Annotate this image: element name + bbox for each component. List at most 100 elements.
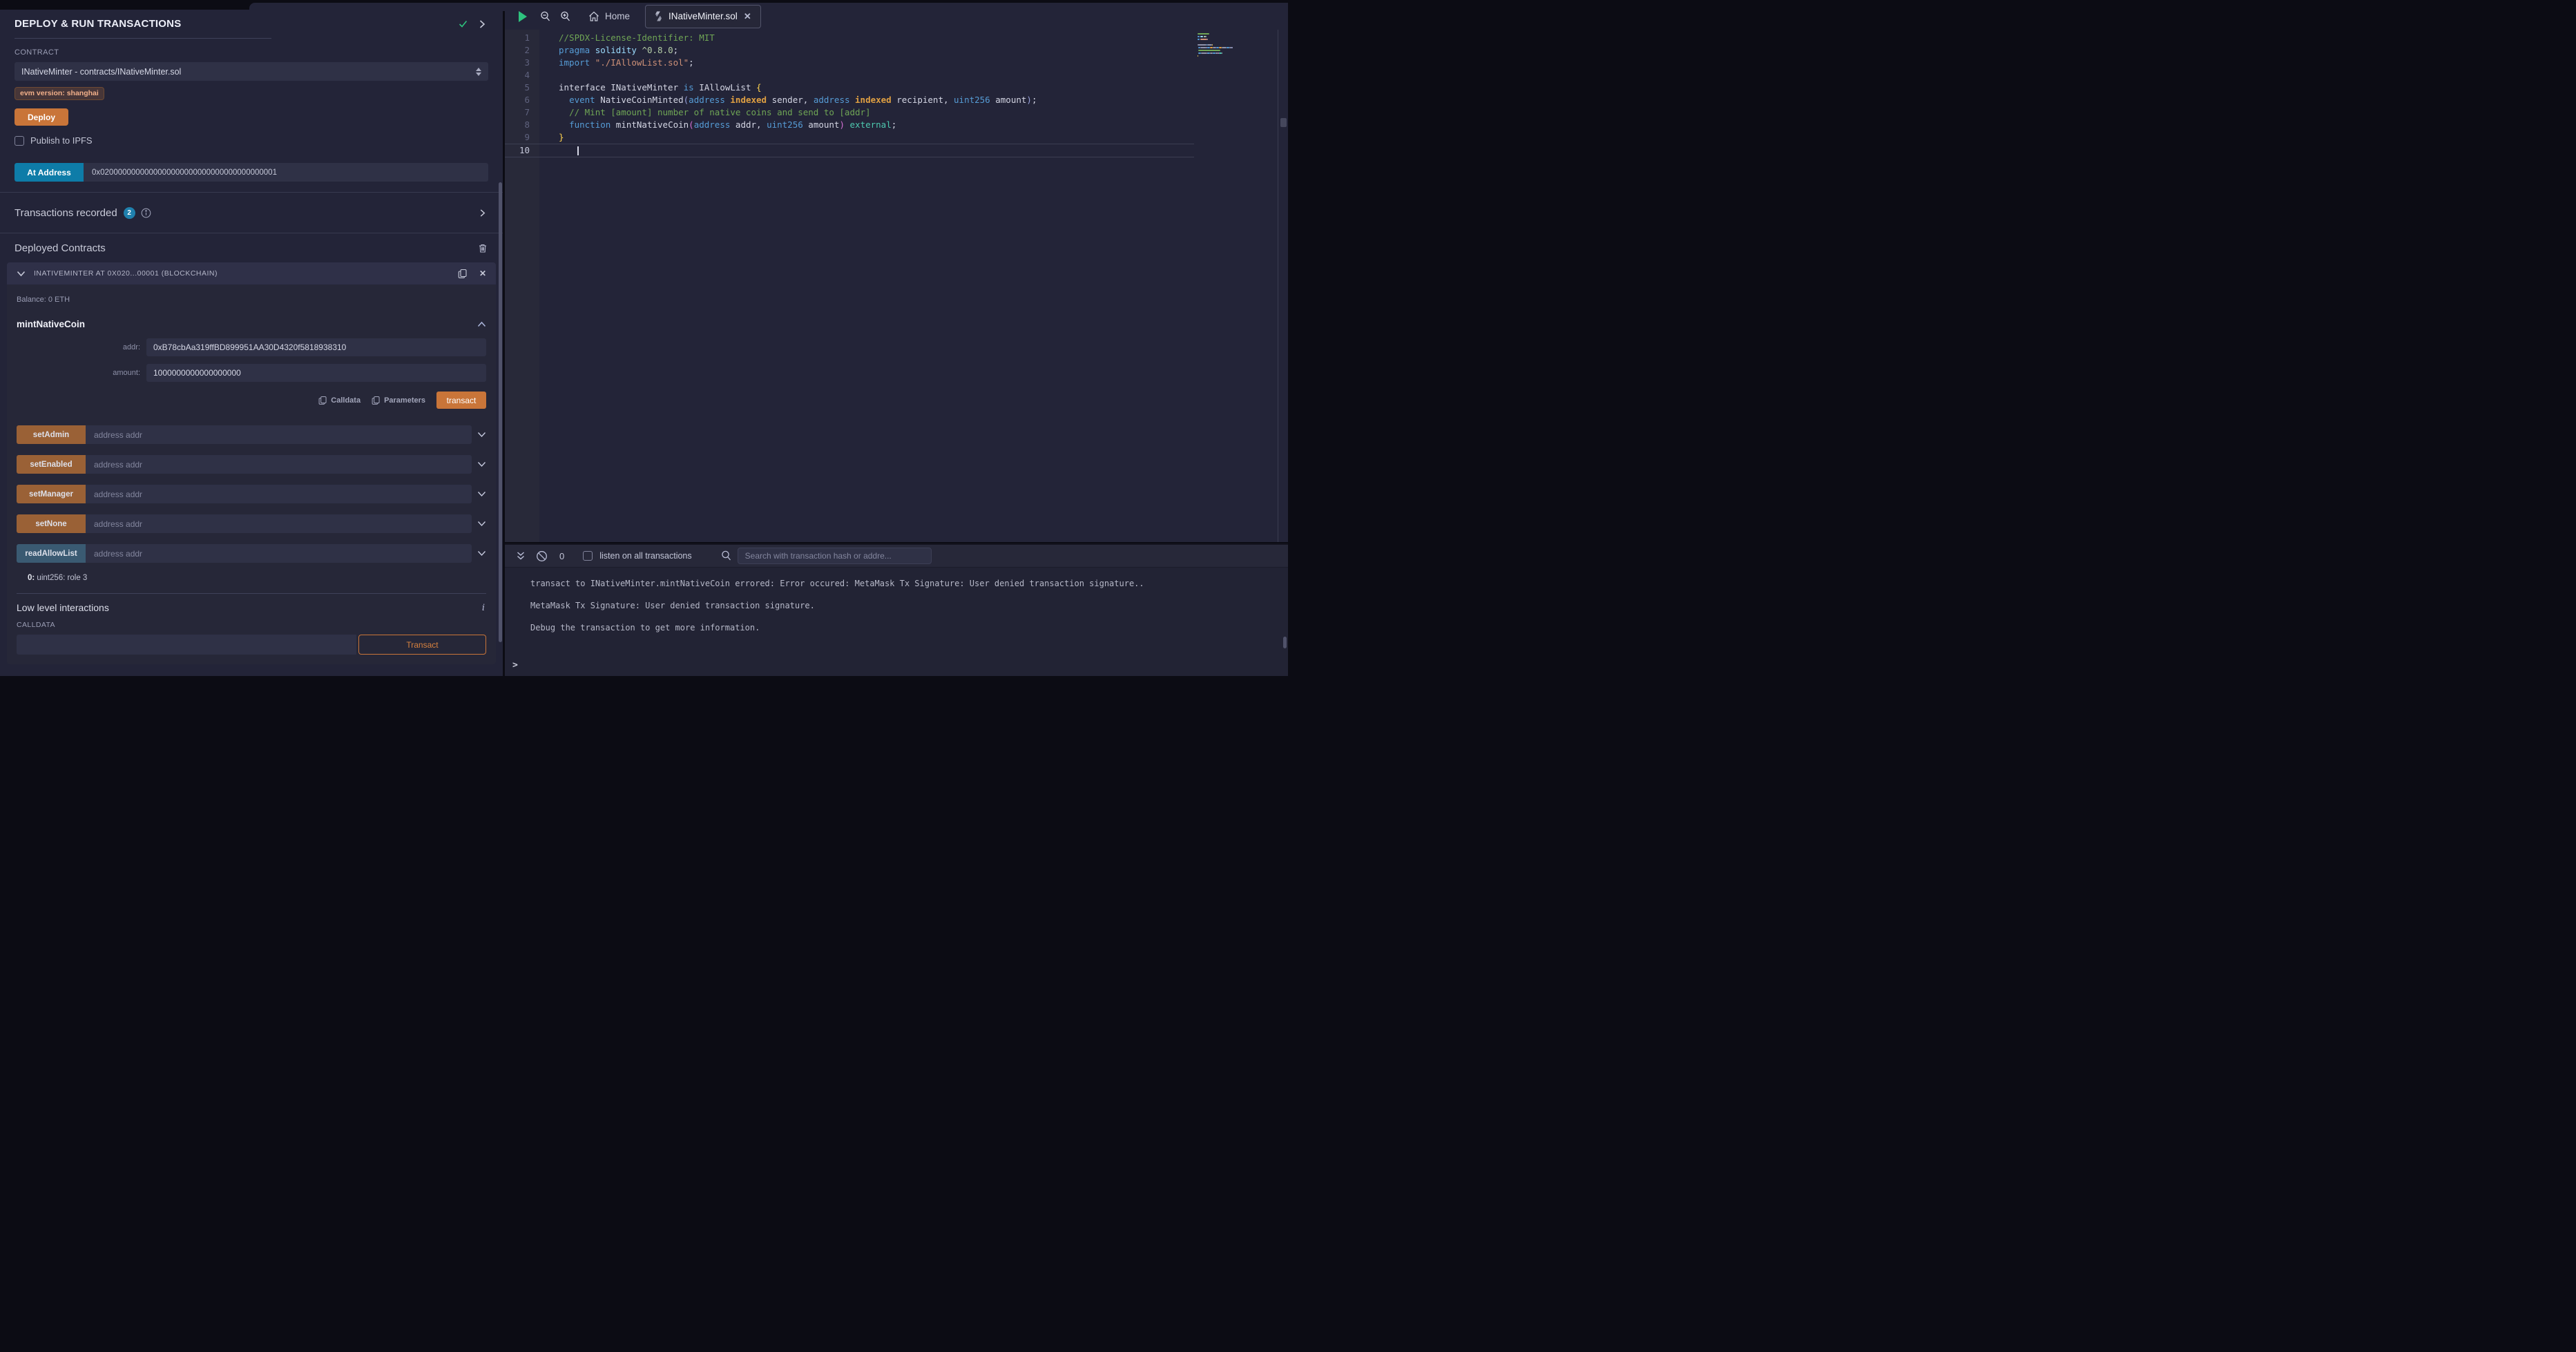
at-address-button[interactable]: At Address bbox=[15, 163, 84, 182]
code-editor[interactable]: 1//SPDX-License-Identifier: MIT2pragma s… bbox=[505, 30, 1288, 542]
function-row-setEnabled: setEnabled bbox=[17, 455, 486, 474]
terminal-toolbar: 0 listen on all transactions bbox=[505, 545, 1288, 568]
tab-home[interactable]: Home bbox=[584, 8, 634, 25]
collapse-contract-chevron-down-icon[interactable] bbox=[17, 271, 26, 277]
line-number: 1 bbox=[505, 32, 539, 44]
close-tab-icon[interactable]: ✕ bbox=[744, 11, 751, 22]
at-address-input[interactable] bbox=[84, 163, 488, 182]
deployed-contract-header[interactable]: INATIVEMINTER AT 0X020...00001 (BLOCKCHA… bbox=[7, 262, 496, 284]
minimap[interactable] bbox=[1198, 33, 1276, 58]
deploy-button[interactable]: Deploy bbox=[15, 108, 68, 126]
function-row-readAllowList: readAllowList bbox=[17, 544, 486, 563]
listen-transactions-checkbox[interactable] bbox=[583, 551, 593, 561]
transactions-recorded-section[interactable]: Transactions recorded 2 bbox=[0, 192, 503, 233]
evm-version-badge: evm version: shanghai bbox=[15, 87, 104, 100]
tab-inativeminter-sol[interactable]: INativeMinter.sol ✕ bbox=[645, 5, 761, 28]
tab-home-label: Home bbox=[605, 11, 630, 21]
double-chevron-down-icon[interactable] bbox=[516, 551, 526, 561]
output-index: 0: bbox=[28, 574, 35, 582]
code-line-3[interactable]: 3import "./IAllowList.sol"; bbox=[505, 57, 1194, 69]
zoom-out-icon[interactable] bbox=[540, 11, 550, 22]
terminal-log-3[interactable]: Debug the transaction to get more inform… bbox=[530, 621, 1288, 634]
trash-icon[interactable] bbox=[478, 243, 488, 253]
expanded-function-name: mintNativeCoin bbox=[17, 319, 477, 329]
code-line-6[interactable]: 6 event NativeCoinMinted(address indexed… bbox=[505, 94, 1194, 106]
editor-scrollbar[interactable] bbox=[1280, 118, 1287, 127]
contract-select-value: INativeMinter - contracts/INativeMinter.… bbox=[21, 67, 476, 77]
setNone-button[interactable]: setNone bbox=[17, 514, 86, 533]
copy-calldata-button[interactable]: Calldata bbox=[318, 396, 361, 405]
terminal: 0 listen on all transactions transact to… bbox=[505, 543, 1288, 676]
remove-contract-close-icon[interactable]: ✕ bbox=[479, 269, 486, 278]
contract-section: CONTRACT INativeMinter - contracts/INati… bbox=[0, 48, 503, 182]
publish-ipfs-checkbox[interactable] bbox=[15, 136, 24, 146]
terminal-search-input[interactable] bbox=[738, 548, 932, 564]
function-row-setManager: setManager bbox=[17, 485, 486, 503]
deployed-contract-card: INATIVEMINTER AT 0X020...00001 (BLOCKCHA… bbox=[7, 262, 496, 664]
play-icon[interactable] bbox=[517, 10, 528, 23]
solidity-icon bbox=[655, 11, 662, 21]
collapse-function-chevron-up-icon[interactable] bbox=[477, 321, 486, 327]
calldata-input[interactable] bbox=[17, 635, 356, 655]
copy-calldata-label: Calldata bbox=[331, 396, 361, 405]
clear-console-ban-icon[interactable] bbox=[536, 550, 548, 562]
setAdmin-expand-chevron-down-icon[interactable] bbox=[477, 432, 486, 438]
copy-icon bbox=[318, 396, 327, 405]
terminal-log-2[interactable]: MetaMask Tx Signature: User denied trans… bbox=[530, 599, 1288, 612]
setEnabled-button[interactable]: setEnabled bbox=[17, 455, 86, 474]
code-line-1[interactable]: 1//SPDX-License-Identifier: MIT bbox=[505, 32, 1194, 44]
output-value: uint256: role 3 bbox=[35, 574, 87, 582]
zoom-in-icon[interactable] bbox=[560, 11, 570, 22]
param-amount-label: amount: bbox=[17, 369, 146, 377]
search-icon bbox=[721, 550, 731, 561]
transact-button[interactable]: transact bbox=[436, 392, 486, 409]
param-amount-input[interactable] bbox=[146, 364, 486, 382]
code-lines: 1//SPDX-License-Identifier: MIT2pragma s… bbox=[505, 30, 1288, 157]
page-title: DEPLOY & RUN TRANSACTIONS bbox=[15, 18, 458, 30]
tab-file-label: INativeMinter.sol bbox=[669, 11, 738, 21]
code-line-7[interactable]: 7 // Mint [amount] number of native coin… bbox=[505, 106, 1194, 119]
setEnabled-expand-chevron-down-icon[interactable] bbox=[477, 461, 486, 467]
transactions-count-badge: 2 bbox=[124, 207, 135, 219]
line-number: 6 bbox=[505, 94, 539, 106]
terminal-log-1[interactable]: transact to INativeMinter.mintNativeCoin… bbox=[530, 577, 1288, 590]
code-line-2[interactable]: 2pragma solidity ^0.8.0; bbox=[505, 44, 1194, 57]
expand-transactions-chevron-right-icon[interactable] bbox=[479, 209, 486, 218]
readAllowList-input[interactable] bbox=[86, 544, 472, 563]
readAllowList-expand-chevron-down-icon[interactable] bbox=[477, 550, 486, 557]
setNone-input[interactable] bbox=[86, 514, 472, 533]
line-number: 10 bbox=[505, 144, 539, 157]
setManager-expand-chevron-down-icon[interactable] bbox=[477, 491, 486, 497]
info-icon bbox=[141, 208, 151, 218]
line-number: 5 bbox=[505, 81, 539, 94]
param-addr-input[interactable] bbox=[146, 338, 486, 356]
code-line-10[interactable]: 10 bbox=[505, 144, 1194, 157]
left-panel-scrollbar[interactable] bbox=[499, 182, 502, 642]
setAdmin-input[interactable] bbox=[86, 425, 472, 444]
readAllowList-button[interactable]: readAllowList bbox=[17, 544, 86, 563]
terminal-logs: transact to INativeMinter.mintNativeCoin… bbox=[505, 568, 1288, 634]
code-line-5[interactable]: 5interface INativeMinter is IAllowList { bbox=[505, 81, 1194, 94]
setManager-input[interactable] bbox=[86, 485, 472, 503]
copy-icon bbox=[372, 396, 380, 405]
low-level-transact-button[interactable]: Transact bbox=[358, 635, 486, 655]
code-line-9[interactable]: 9} bbox=[505, 131, 1194, 144]
transactions-recorded-label: Transactions recorded bbox=[15, 207, 117, 219]
contract-balance: Balance: 0 ETH bbox=[17, 296, 486, 304]
terminal-prompt[interactable]: > bbox=[512, 660, 518, 670]
code-line-4[interactable]: 4 bbox=[505, 69, 1194, 81]
function-row-setAdmin: setAdmin bbox=[17, 425, 486, 444]
setNone-expand-chevron-down-icon[interactable] bbox=[477, 521, 486, 527]
copy-address-icon[interactable] bbox=[458, 269, 467, 279]
code-line-8[interactable]: 8 function mintNativeCoin(address addr, … bbox=[505, 119, 1194, 131]
collapse-panel-chevron-right-icon[interactable] bbox=[478, 19, 486, 29]
line-number: 2 bbox=[505, 44, 539, 57]
line-number: 8 bbox=[505, 119, 539, 131]
terminal-scrollbar[interactable] bbox=[1283, 637, 1287, 648]
contract-select[interactable]: INativeMinter - contracts/INativeMinter.… bbox=[15, 62, 488, 81]
setAdmin-button[interactable]: setAdmin bbox=[17, 425, 86, 444]
setEnabled-input[interactable] bbox=[86, 455, 472, 474]
setManager-button[interactable]: setManager bbox=[17, 485, 86, 503]
copy-parameters-button[interactable]: Parameters bbox=[372, 396, 425, 405]
editor-region: Home INativeMinter.sol ✕ 1//SPDX-License… bbox=[505, 3, 1288, 542]
